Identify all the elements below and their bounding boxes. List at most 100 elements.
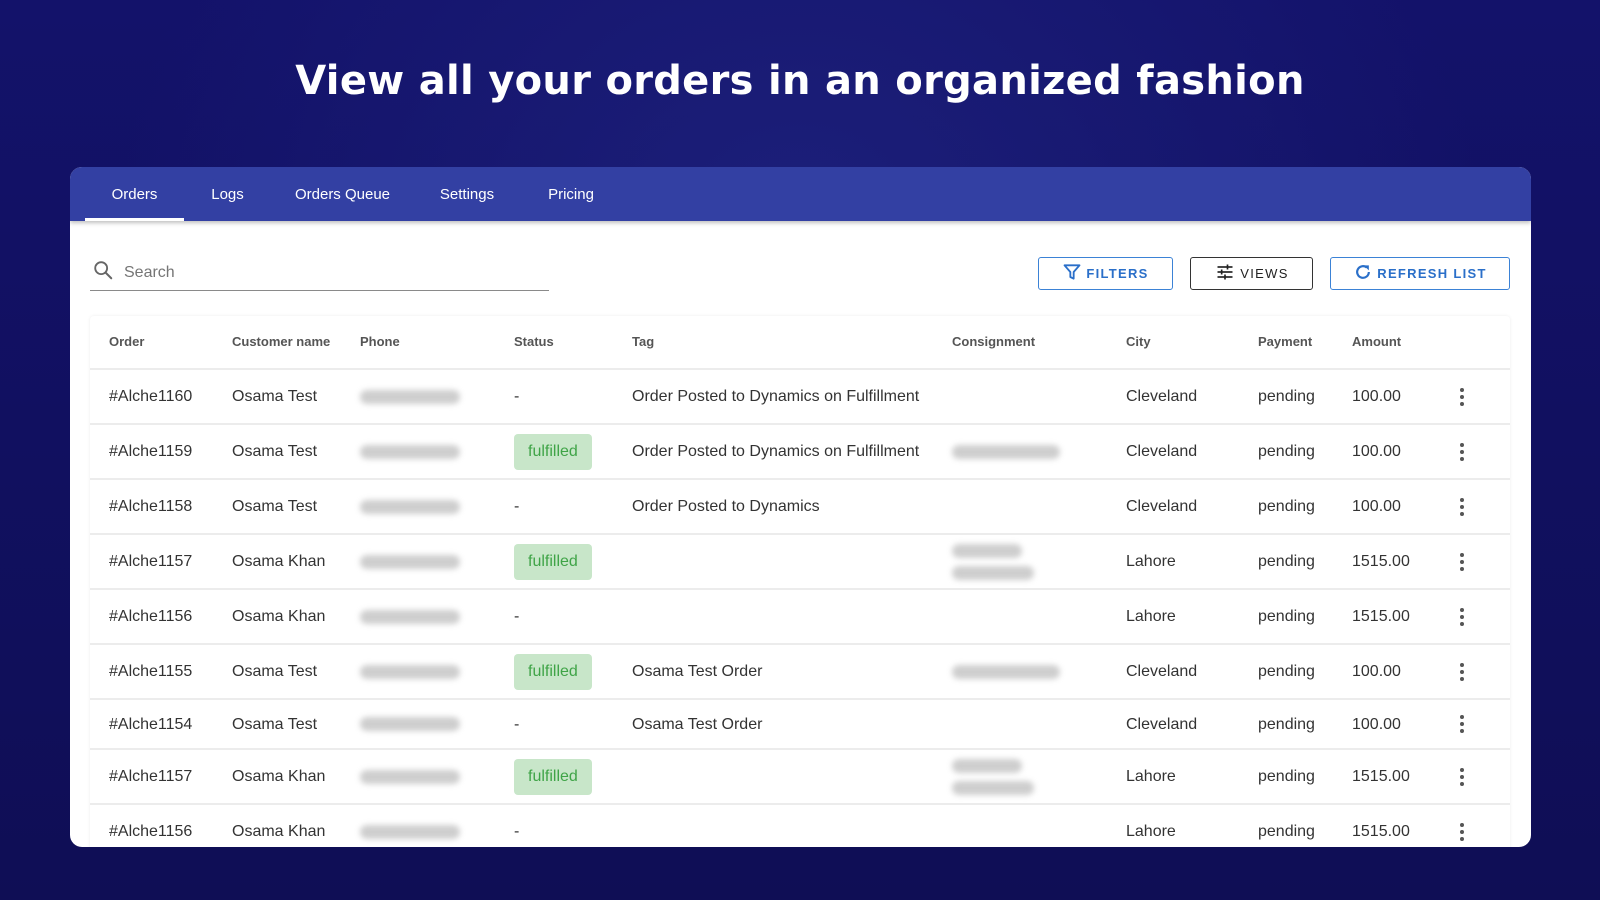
table-header-row: Order Customer name Phone Status Tag Con… [90,316,1510,368]
amount: 100.00 [1352,663,1401,680]
row-actions-button[interactable] [1442,750,1482,803]
table-row[interactable]: #Alche1158 Osama Test - Order Posted to Dyn… [90,478,1510,533]
tab-settings[interactable]: Settings [414,167,520,221]
more-vert-icon [1460,387,1464,406]
order-id[interactable]: #Alche1158 [109,480,224,533]
redacted-phone-value [360,609,460,624]
phone-redacted [360,535,500,588]
status-badge: fulfilled [514,758,592,795]
column-header-tag[interactable]: Tag [632,316,932,368]
table-row[interactable]: #Alche1154 Osama Test - Osama Test Order Cle… [90,698,1510,748]
order-id[interactable]: #Alche1154 [109,700,224,748]
sliders-icon [1214,262,1240,285]
redacted-consignment-value [952,758,1034,795]
more-vert-icon [1460,497,1464,516]
row-actions-button[interactable] [1442,645,1482,698]
tag: Osama Test Order [632,663,763,680]
redacted-line [952,565,1034,580]
row-actions-button[interactable] [1442,700,1482,748]
redacted-line [952,543,1022,558]
status-cell: - [514,805,614,847]
order-id[interactable]: #Alche1159 [109,425,224,478]
customer-name: Osama Test [232,498,318,515]
search-field [90,255,549,291]
customer-name: Osama Test [232,388,318,405]
more-vert-icon [1460,442,1464,461]
tab-orders-queue[interactable]: Orders Queue [271,167,414,221]
payment-status: pending [1258,768,1315,785]
refresh-list-button[interactable]: REFRESH LIST [1330,257,1510,290]
amount: 1515.00 [1352,823,1410,840]
order-id[interactable]: #Alche1156 [109,590,224,643]
redacted-phone-value [360,664,460,679]
consignment-cell [952,425,1102,478]
table-row[interactable]: #Alche1160 Osama Test - Order Posted to Dyn… [90,368,1510,423]
column-header-amount[interactable]: Amount [1352,316,1442,368]
table-row[interactable]: #Alche1159 Osama Test fulfilled Order Poste… [90,423,1510,478]
table-row[interactable]: #Alche1156 Osama Khan - Lahore pending 1515.0… [90,588,1510,643]
column-header-order[interactable]: Order [109,316,224,368]
payment-status: pending [1258,388,1315,405]
orders-app-card: Orders Logs Orders Queue Settings Pricin… [70,167,1531,847]
redacted-phone-value [360,824,460,839]
table-row[interactable]: #Alche1155 Osama Test fulfilled Osama Test … [90,643,1510,698]
status-badge: fulfilled [514,543,592,580]
phone-redacted [360,590,500,643]
tag [632,590,932,643]
consignment-cell [952,645,1102,698]
customer-name: Osama Khan [232,608,326,625]
redacted-consignment-value [952,444,1060,459]
order-id[interactable]: #Alche1155 [109,645,224,698]
filter-icon [1062,262,1086,285]
table-row[interactable]: #Alche1157 Osama Khan fulfilled Lahore pendi… [90,533,1510,588]
refresh-list-label: REFRESH LIST [1377,266,1487,281]
search-input[interactable] [124,263,524,282]
table-row[interactable]: #Alche1157 Osama Khan fulfilled Lahore pendi… [90,748,1510,803]
redacted-consignment-value [952,664,1060,679]
tab-pricing[interactable]: Pricing [520,167,622,221]
city: Cleveland [1126,388,1198,405]
tag: Order Posted to Dynamics on Fulfillment [632,443,920,460]
amount: 100.00 [1352,715,1401,733]
page-headline: View all your orders in an organized fas… [295,58,1305,104]
status-cell: - [514,700,614,748]
order-id[interactable]: #Alche1157 [109,750,224,803]
city: Lahore [1126,823,1176,840]
consignment-cell [952,535,1102,588]
order-id[interactable]: #Alche1156 [109,805,224,847]
order-id[interactable]: #Alche1160 [109,370,224,423]
column-header-phone[interactable]: Phone [360,316,500,368]
redacted-phone-value [360,389,460,404]
consignment-cell [952,750,1102,803]
toolbar: FILTERS VIEWS REFRESH LIST [70,221,1531,316]
column-header-payment[interactable]: Payment [1258,316,1338,368]
row-actions-button[interactable] [1442,480,1482,533]
row-actions-button[interactable] [1442,425,1482,478]
row-actions-button[interactable] [1442,370,1482,423]
row-actions-button[interactable] [1442,590,1482,643]
tab-orders[interactable]: Orders [85,167,184,221]
order-id[interactable]: #Alche1157 [109,535,224,588]
redacted-phone-value [360,717,460,731]
status-cell: - [514,480,614,533]
phone-redacted [360,805,500,847]
status-cell: fulfilled [514,425,614,478]
consignment-cell [952,700,1102,748]
phone-redacted [360,700,500,748]
filters-button[interactable]: FILTERS [1038,257,1173,290]
customer-name: Osama Khan [232,553,326,570]
column-header-consignment[interactable]: Consignment [952,316,1102,368]
tab-logs[interactable]: Logs [184,167,271,221]
redacted-phone-value [360,499,460,514]
table-row[interactable]: #Alche1156 Osama Khan - Lahore pending 1515.0… [90,803,1510,847]
row-actions-button[interactable] [1442,535,1482,588]
row-actions-button[interactable] [1442,805,1482,847]
column-header-city[interactable]: City [1126,316,1236,368]
redacted-line [952,780,1034,795]
status-text: - [514,388,520,405]
views-button[interactable]: VIEWS [1190,257,1313,290]
status-badge: fulfilled [514,433,592,470]
column-header-customer-name[interactable]: Customer name [232,316,342,368]
column-header-status[interactable]: Status [514,316,614,368]
payment-status: pending [1258,553,1315,570]
